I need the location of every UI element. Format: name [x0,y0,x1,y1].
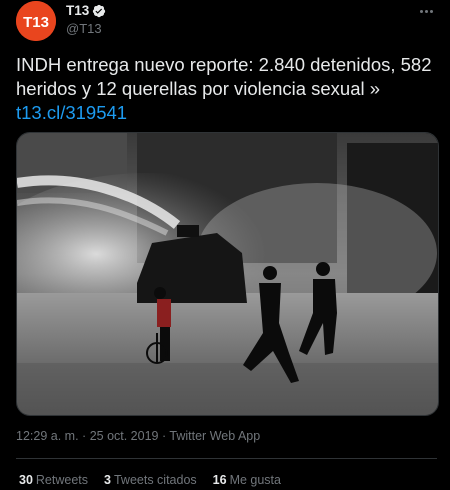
author-handle[interactable]: @T13 [66,21,102,36]
avatar[interactable]: T13 [16,1,56,41]
t13-logo-icon: T13 [16,1,56,41]
more-icon[interactable] [416,4,436,18]
tweet-photo[interactable] [16,132,439,416]
meta-separator-2: · [161,429,167,443]
tweet-time[interactable]: 12:29 a. m. [16,429,79,443]
tweet-header: T13 T13 @T13 [16,0,440,48]
avatar-text: T13 [23,14,49,31]
verified-icon [92,4,106,18]
stat-retweets[interactable]: 30 Retweets [19,473,88,487]
tweet-date[interactable]: 25 oct. 2019 [90,429,159,443]
divider [16,458,437,459]
author-name[interactable]: T13 [66,3,89,18]
meta-separator: · [82,429,87,443]
stat-likes[interactable]: 16 Me gusta [213,473,281,487]
tweet-meta: 12:29 a. m. · 25 oct. 2019 · Twitter Web… [16,429,260,443]
tweet-link[interactable]: t13.cl/319541 [16,101,127,125]
protest-photo-image [17,133,438,415]
tweet-text: INDH entrega nuevo reporte: 2.840 deteni… [16,54,432,99]
tweet-stats: 30 Retweets 3 Tweets citados 16 Me gusta [19,473,281,487]
stat-quote-tweets[interactable]: 3 Tweets citados [104,473,197,487]
tweet-source[interactable]: Twitter Web App [169,429,260,443]
